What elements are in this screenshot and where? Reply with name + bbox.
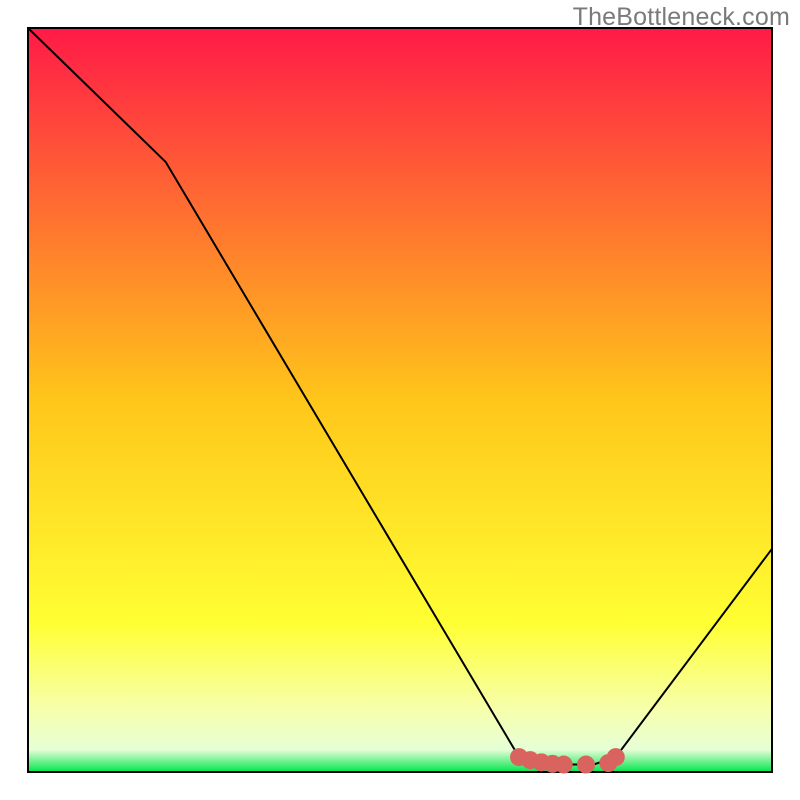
trough-marker bbox=[607, 748, 625, 766]
trough-marker bbox=[555, 756, 573, 774]
chart-frame: TheBottleneck.com bbox=[0, 0, 800, 800]
plot-background bbox=[28, 28, 772, 772]
trough-marker bbox=[577, 756, 595, 774]
chart-svg bbox=[0, 0, 800, 800]
